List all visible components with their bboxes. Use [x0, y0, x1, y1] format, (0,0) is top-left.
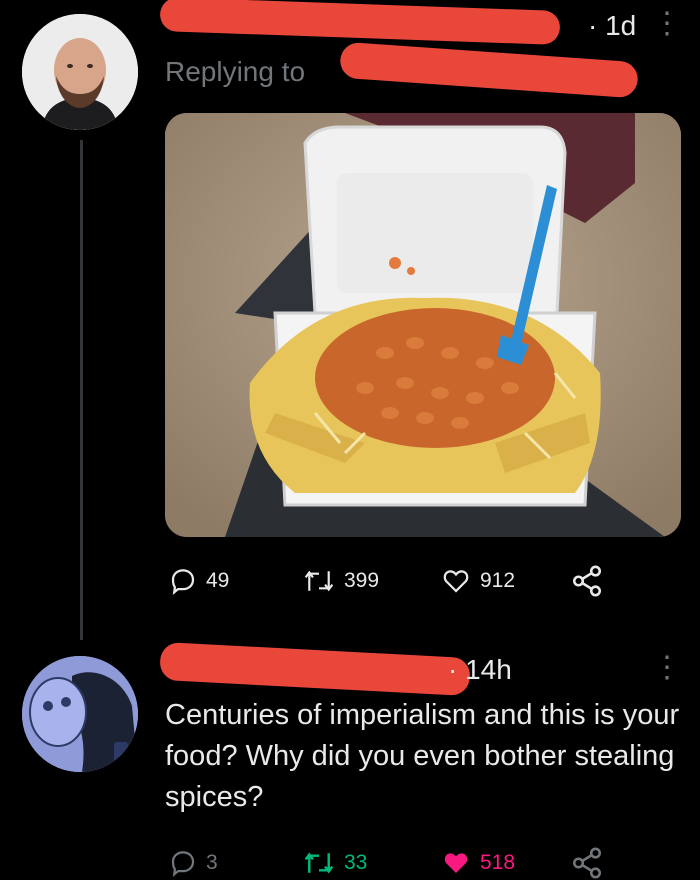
reply-button[interactable]: 3 — [168, 848, 218, 878]
like-count: 912 — [480, 569, 516, 592]
avatar[interactable] — [22, 14, 138, 130]
reply-icon — [171, 569, 195, 595]
reply-count: 49 — [206, 569, 230, 592]
share-icon — [572, 565, 602, 597]
tweet-photo[interactable] — [165, 113, 681, 537]
like-button[interactable]: 518 — [440, 848, 515, 878]
like-count: 518 — [480, 851, 516, 874]
tweet-text: Centuries of imperialism and this is you… — [165, 699, 680, 813]
reply-count: 3 — [206, 851, 218, 874]
thread-line — [80, 140, 83, 640]
retweet-count: 399 — [344, 569, 380, 592]
retweet-count: 33 — [344, 851, 368, 874]
tweet-time: · 14h — [448, 654, 512, 685]
redacted-username — [159, 641, 471, 697]
redacted-username — [159, 0, 561, 45]
more-options-icon[interactable]: ⋮ — [652, 6, 682, 41]
retweet-icon — [304, 852, 334, 874]
avatar[interactable] — [22, 656, 138, 772]
heart-icon — [444, 853, 468, 873]
reply-button[interactable]: 49 — [168, 566, 229, 596]
heart-icon — [443, 570, 469, 593]
retweet-button[interactable]: 33 — [302, 848, 367, 878]
like-button[interactable]: 912 — [440, 566, 515, 596]
tweet-time: · 1d — [588, 10, 637, 41]
reply-icon — [171, 851, 195, 877]
more-options-icon[interactable]: ⋮ — [652, 650, 682, 685]
food-photo — [165, 113, 681, 537]
redacted-mention[interactable] — [339, 41, 639, 99]
retweet-icon — [304, 570, 334, 592]
avatar-photo — [22, 14, 138, 130]
avatar-illustration — [22, 656, 138, 772]
replying-to-label: Replying to — [165, 56, 306, 87]
retweet-button[interactable]: 399 — [302, 566, 379, 596]
share-button[interactable] — [570, 564, 604, 598]
